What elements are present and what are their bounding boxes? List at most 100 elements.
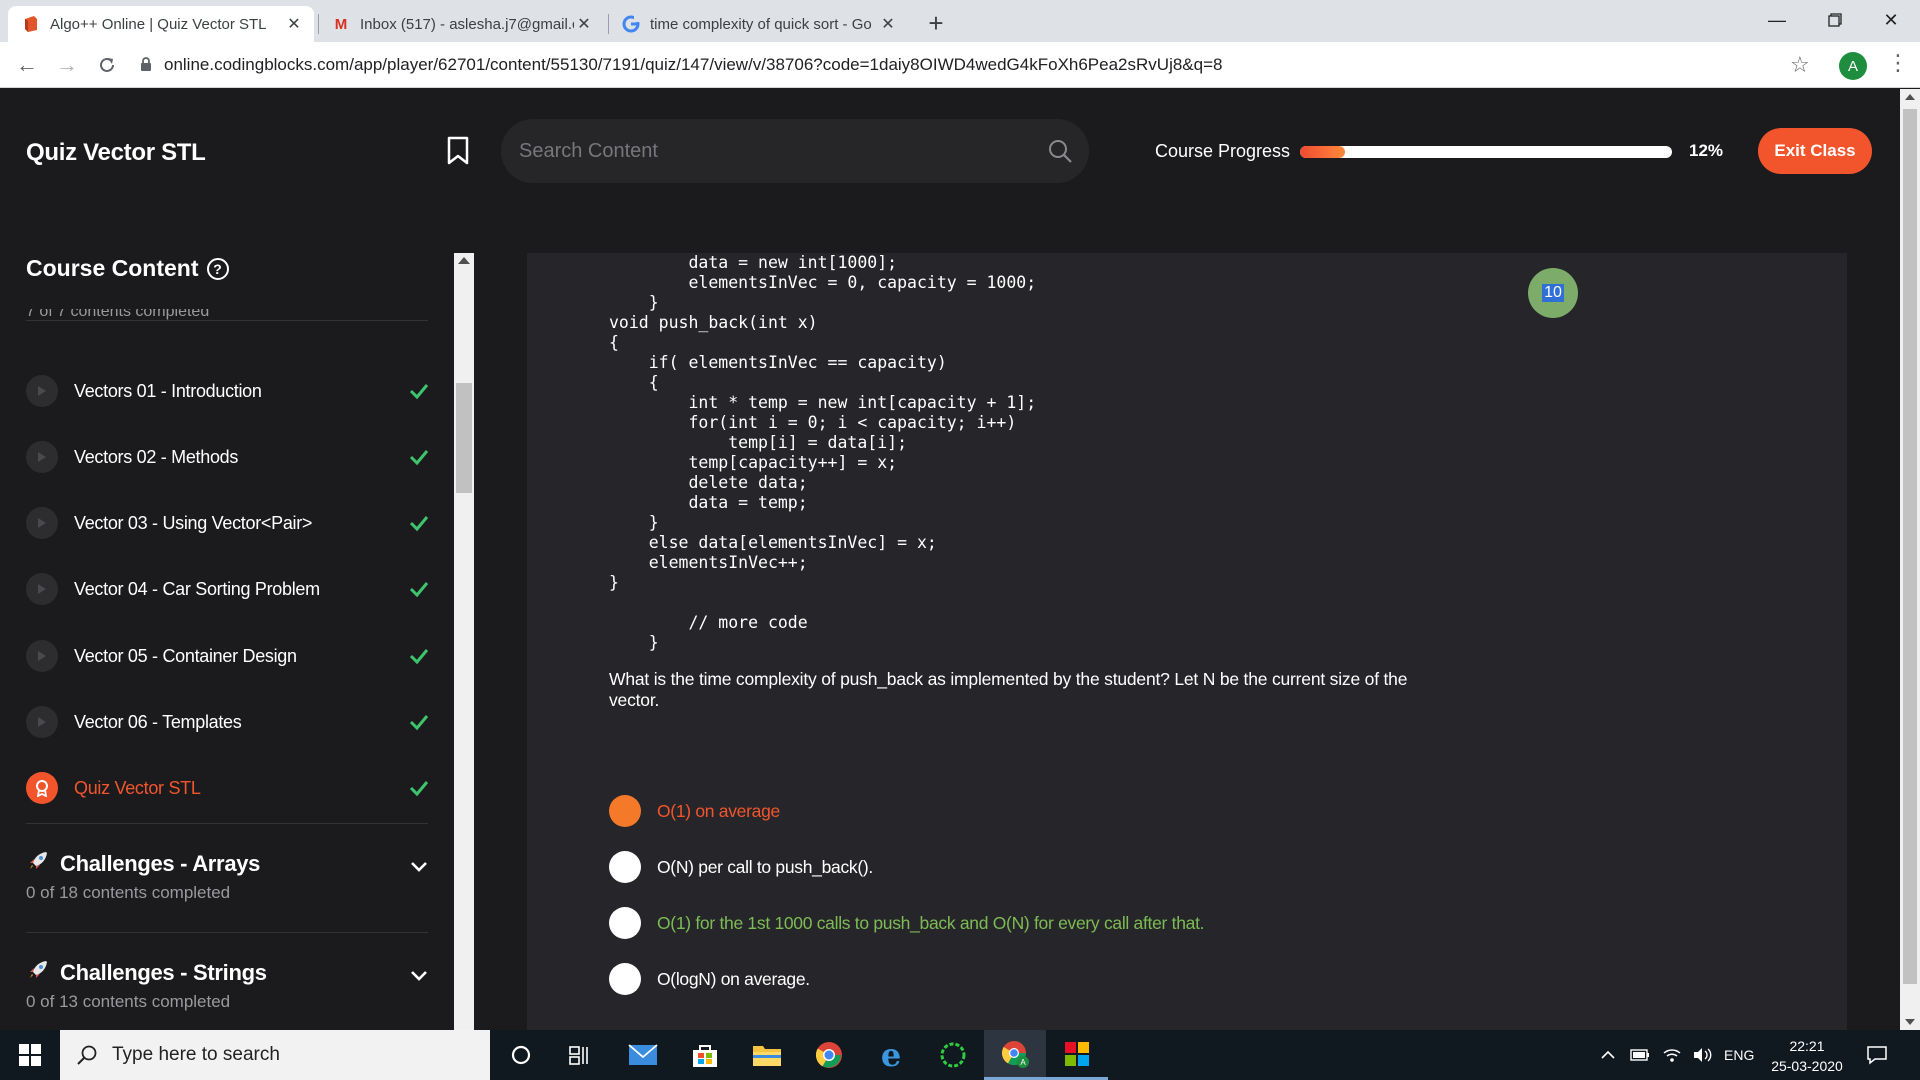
scrollbar-thumb[interactable]: [1903, 109, 1917, 984]
answer-option[interactable]: O(logN) on average.: [609, 963, 810, 995]
notifications-icon[interactable]: [1866, 1030, 1888, 1080]
course-content-label: Course Content: [26, 255, 199, 281]
chevron-up-icon[interactable]: [1600, 1030, 1616, 1080]
language-indicator[interactable]: ENG: [1724, 1030, 1754, 1080]
taskbar-search-input[interactable]: [112, 1044, 472, 1066]
forward-button[interactable]: →: [52, 50, 82, 80]
play-icon: [26, 375, 58, 407]
section-challenges-arrays[interactable]: Challenges - Arrays 0 of 18 contents com…: [26, 849, 430, 939]
bookmark-star-icon[interactable]: ☆: [1790, 52, 1810, 78]
windows-icon: [19, 1044, 41, 1066]
check-icon: [409, 781, 429, 797]
chevron-down-icon[interactable]: [410, 970, 428, 982]
close-tab-icon[interactable]: ✕: [878, 14, 898, 34]
answer-option[interactable]: O(1) on average: [609, 795, 780, 827]
scroll-up-arrow[interactable]: [458, 257, 470, 264]
radio-button[interactable]: [609, 907, 641, 939]
play-icon: [26, 640, 58, 672]
lesson-item[interactable]: Vector 05 - Container Design: [26, 623, 430, 689]
lesson-item-active[interactable]: Quiz Vector STL: [26, 755, 430, 821]
close-tab-icon[interactable]: ✕: [574, 14, 594, 34]
browser-tab-active[interactable]: Algo++ Online | Quiz Vector STL ✕: [8, 6, 314, 42]
quiz-icon: [26, 772, 58, 804]
radio-button[interactable]: [609, 963, 641, 995]
page-title: Quiz Vector STL: [26, 139, 206, 166]
section-subtitle: 0 of 13 contents completed: [26, 992, 231, 1011]
codingblocks-icon: [22, 15, 40, 33]
clock-date: 25-03-2020: [1771, 1058, 1843, 1074]
store-icon[interactable]: [674, 1030, 736, 1080]
play-icon: [26, 507, 58, 539]
file-explorer-icon[interactable]: [736, 1030, 798, 1080]
new-tab-button[interactable]: +: [922, 8, 950, 39]
radio-button[interactable]: [609, 851, 641, 883]
back-button[interactable]: ←: [12, 50, 42, 80]
taskbar: e A ENG 22:21 25-03-2020: [0, 1030, 1920, 1080]
scroll-up-arrow[interactable]: [1905, 94, 1915, 100]
chrome-icon[interactable]: [798, 1030, 860, 1080]
clock[interactable]: 22:21 25-03-2020: [1762, 1036, 1852, 1076]
url-field[interactable]: online.codingblocks.com/app/player/62701…: [140, 50, 1840, 80]
section-title: Challenges - Arrays: [26, 849, 260, 879]
exit-class-button[interactable]: Exit Class: [1758, 128, 1872, 174]
play-icon: [26, 573, 58, 605]
browser-tab-gmail[interactable]: M Inbox (517) - aslesha.j7@gmail.co ✕: [318, 6, 604, 42]
option-label: O(logN) on average.: [657, 968, 810, 989]
search-icon[interactable]: [1046, 137, 1074, 165]
tab-title: time complexity of quick sort - Go: [650, 15, 872, 33]
question-number-badge[interactable]: 10: [1528, 268, 1578, 318]
search-input[interactable]: [519, 137, 1019, 165]
sidebar-scrollbar[interactable]: [454, 253, 474, 1030]
svg-text:A: A: [1020, 1058, 1026, 1067]
answer-option[interactable]: O(1) for the 1st 1000 calls to push_back…: [609, 907, 1205, 939]
check-icon: [409, 384, 429, 400]
edge-icon[interactable]: e: [860, 1030, 922, 1080]
lesson-item[interactable]: Vector 03 - Using Vector<Pair>: [26, 490, 430, 556]
close-tab-icon[interactable]: ✕: [284, 14, 304, 34]
help-icon[interactable]: ?: [206, 257, 229, 280]
radio-selected[interactable]: [609, 795, 641, 827]
answer-option[interactable]: O(N) per call to push_back().: [609, 851, 873, 883]
url-text: online.codingblocks.com/app/player/62701…: [164, 55, 1223, 74]
chrome-profile-icon[interactable]: A: [984, 1030, 1046, 1080]
close-window-button[interactable]: ✕: [1862, 0, 1920, 40]
app-grid-icon[interactable]: [1046, 1030, 1108, 1080]
mail-icon[interactable]: [612, 1030, 674, 1080]
lesson-item[interactable]: Vector 06 - Templates: [26, 689, 430, 755]
progress-label: Course Progress: [1155, 141, 1291, 161]
chevron-down-icon[interactable]: [410, 861, 428, 873]
check-icon: [409, 450, 429, 466]
lesson-label: Vector 06 - Templates: [74, 711, 242, 732]
wifi-icon[interactable]: [1662, 1030, 1682, 1080]
account-avatar[interactable]: A: [1839, 52, 1867, 80]
check-icon: [409, 649, 429, 665]
maximize-button[interactable]: [1806, 0, 1864, 40]
start-button[interactable]: [0, 1030, 60, 1080]
scroll-down-arrow[interactable]: [1905, 1019, 1915, 1025]
cortana-icon[interactable]: [490, 1030, 552, 1080]
lesson-item[interactable]: Vectors 01 - Introduction: [26, 358, 430, 424]
loading-app-icon[interactable]: [922, 1030, 984, 1080]
restore-icon: [1828, 13, 1842, 27]
battery-icon[interactable]: [1630, 1030, 1650, 1080]
play-icon: [26, 441, 58, 473]
clock-time: 22:21: [1789, 1038, 1825, 1054]
scrollbar-thumb[interactable]: [456, 383, 472, 493]
volume-icon[interactable]: [1692, 1030, 1714, 1080]
lesson-item[interactable]: Vectors 02 - Methods: [26, 424, 430, 490]
task-view-icon[interactable]: [549, 1030, 611, 1080]
reload-button[interactable]: [92, 50, 122, 80]
menu-icon[interactable]: ⋮: [1887, 50, 1909, 76]
lesson-label: Quiz Vector STL: [74, 777, 201, 798]
minimize-button[interactable]: —: [1748, 0, 1806, 40]
search-box: [501, 119, 1089, 183]
tab-title: Inbox (517) - aslesha.j7@gmail.co: [360, 15, 574, 33]
section-challenges-strings[interactable]: Challenges - Strings 0 of 13 contents co…: [26, 958, 430, 1030]
lesson-item[interactable]: Vector 04 - Car Sorting Problem: [26, 556, 430, 622]
lesson-label: Vector 05 - Container Design: [74, 645, 297, 666]
browser-tab-google[interactable]: time complexity of quick sort - Go ✕: [608, 6, 908, 42]
rocket-icon: [26, 958, 50, 988]
google-icon: [622, 15, 640, 33]
page-scrollbar[interactable]: [1900, 89, 1920, 1030]
bookmark-icon[interactable]: [446, 136, 470, 166]
